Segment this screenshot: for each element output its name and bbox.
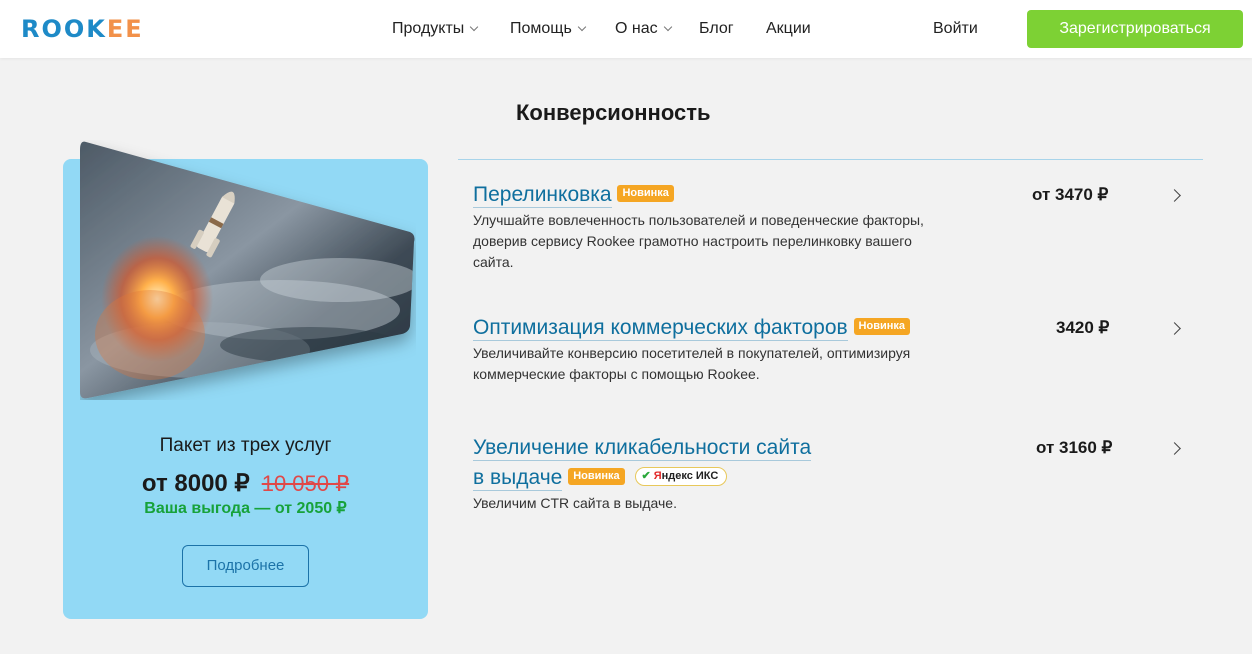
service-title: Перелинковка <box>473 183 612 208</box>
rookee-logo[interactable]: ROOKEE <box>21 14 144 44</box>
section-title: Конверсионность <box>516 100 711 125</box>
new-badge: Новинка <box>617 184 674 202</box>
description-line: Увеличим CTR сайта в выдаче. <box>473 495 677 511</box>
service-title: в выдаче <box>473 466 563 491</box>
login-link[interactable]: Войти <box>933 19 978 39</box>
description-line: Улучшайте вовлеченность пользователей и … <box>473 212 924 228</box>
service-link-interlinking[interactable]: Перелинковка Новинка <box>473 182 674 208</box>
chevron-down-icon <box>470 22 479 32</box>
more-details-button[interactable]: Подробнее <box>182 545 309 587</box>
service-description: Увеличивайте конверсию посетителей в пок… <box>473 343 910 385</box>
promo-price: от 8000 ₽ <box>141 470 250 497</box>
new-badge: Новинка <box>568 467 625 485</box>
chevron-right-icon[interactable] <box>1168 442 1181 455</box>
promo-title: Пакет из трех услуг <box>159 435 332 456</box>
nav-label: О нас <box>615 20 658 37</box>
promo-old-price: 10 050 ₽ <box>261 471 350 496</box>
description-line: доверив сервису Rookee грамотно настроит… <box>473 233 912 249</box>
rocket-launch-image <box>80 141 415 399</box>
yandex-letter: Я <box>653 469 662 482</box>
service-price: от 3160 ₽ <box>1036 438 1113 457</box>
check-icon: ✔ <box>641 469 651 482</box>
service-link-ctr-title-line2[interactable]: в выдаче Новинка ✔ Яндекс ИКС <box>473 465 728 491</box>
nav-label: Продукты <box>392 20 465 37</box>
service-link-commercial-factors[interactable]: Оптимизация коммерческих факторов Новинк… <box>473 315 911 341</box>
chevron-right-icon[interactable] <box>1168 189 1181 202</box>
description-line: Увеличивайте конверсию посетителей в пок… <box>473 345 911 361</box>
nav-label: Помощь <box>510 20 572 37</box>
nav-item-promotions[interactable]: Акции <box>766 19 811 39</box>
service-title: Оптимизация коммерческих факторов <box>473 316 848 341</box>
nav-item-about[interactable]: О нас <box>615 19 672 39</box>
site-header: ROOKEE Продукты Помощь О нас Блог Акции … <box>0 0 1252 58</box>
chevron-down-icon <box>663 22 672 32</box>
logo-text-b: EE <box>106 15 144 43</box>
chevron-right-icon[interactable] <box>1168 322 1181 335</box>
logo-text-a: ROOK <box>21 15 107 43</box>
service-description: Увеличим CTR сайта в выдаче. <box>473 493 677 514</box>
service-title: Увеличение кликабельности сайта <box>473 436 812 461</box>
yandex-iks-label: ндекс ИКС <box>661 469 719 482</box>
list-divider <box>458 159 1203 160</box>
promo-price-row: от 8000 ₽ 10 050 ₽ <box>63 469 428 502</box>
nav-item-products[interactable]: Продукты <box>392 19 479 39</box>
description-line: сайта. <box>473 254 514 270</box>
chevron-down-icon <box>577 22 587 32</box>
nav-label: Блог <box>699 20 734 37</box>
nav-item-help[interactable]: Помощь <box>510 19 587 39</box>
service-price: 3420 ₽ <box>1056 318 1110 337</box>
nav-item-blog[interactable]: Блог <box>699 19 734 39</box>
yandex-iks-badge: ✔ Яндекс ИКС <box>634 466 728 486</box>
promo-benefit: Ваша выгода — от 2050 ₽ <box>144 500 347 517</box>
service-link-ctr-title-line1[interactable]: Увеличение кликабельности сайта <box>473 435 812 461</box>
description-line: коммерческие факторы с помощью Rookee. <box>473 366 760 382</box>
new-badge: Новинка <box>853 317 911 335</box>
service-description: Улучшайте вовлеченность пользователей и … <box>473 210 924 273</box>
register-button[interactable]: Зарегистрироваться <box>1027 10 1243 48</box>
service-price: от 3470 ₽ <box>1032 185 1109 204</box>
nav-label: Акции <box>766 20 811 37</box>
